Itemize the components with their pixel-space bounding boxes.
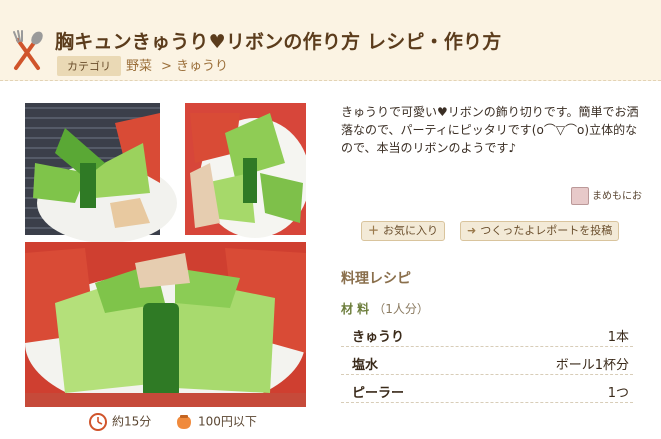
photo-panel-top-left xyxy=(25,103,177,243)
author[interactable]: まめもにお xyxy=(571,187,642,205)
page-title: 胸キュンきゅうり♥リボンの作り方 レシピ・作り方 xyxy=(55,31,502,53)
page-header: 胸キュンきゅうり♥リボンの作り方 レシピ・作り方 カテゴリ 野菜 > きゅうり xyxy=(0,0,661,81)
main-content: 約15分 100円以下 きゅうりで可愛い♥リボンの飾り切りです。簡単でお洒落なの… xyxy=(0,81,661,439)
ingredients-heading: 材 料（1人分） xyxy=(341,300,429,317)
ingredient-row: きゅうり 1本 xyxy=(341,320,633,347)
ingredient-row: ピーラー 1つ xyxy=(341,376,633,403)
recipe-page: 胸キュンきゅうり♥リボンの作り方 レシピ・作り方 カテゴリ 野菜 > きゅうり xyxy=(0,0,661,439)
coin-purse-icon xyxy=(177,415,191,429)
plus-icon: ＋ xyxy=(368,224,379,237)
cost: 100円以下 xyxy=(174,412,257,432)
cook-time-text: 約15分 xyxy=(112,414,152,429)
ingredient-qty: 1本 xyxy=(607,330,629,345)
ingredient-row: 塩水 ボール1杯分 xyxy=(341,348,633,375)
photo-panel-top-right xyxy=(185,103,306,238)
arrow-right-icon: ➜ xyxy=(467,224,477,237)
clock-icon xyxy=(89,413,107,431)
post-report-label: つくったよレポートを投稿 xyxy=(480,224,613,237)
fork-spoon-icon xyxy=(13,30,43,70)
recipe-photo xyxy=(25,103,306,407)
section-title: 料理レシピ xyxy=(341,271,411,287)
category-badge: カテゴリ xyxy=(57,56,121,76)
cook-time: 約15分 xyxy=(88,412,151,432)
ingredients-label: 材 料 xyxy=(341,302,370,316)
recipe-description: きゅうりで可愛い♥リボンの飾り切りです。簡単でお洒落なので、パーティにピッタリで… xyxy=(341,105,639,155)
ingredient-name: 塩水 xyxy=(352,358,379,373)
add-favorite-button[interactable]: ＋ お気に入り xyxy=(361,221,445,241)
avatar[interactable] xyxy=(571,187,589,205)
breadcrumb-cucumber[interactable]: > きゅうり xyxy=(161,55,228,74)
ingredient-name: ピーラー xyxy=(352,386,405,401)
servings: （1人分） xyxy=(373,302,429,316)
post-report-button[interactable]: ➜ つくったよレポートを投稿 xyxy=(460,221,620,241)
add-favorite-label: お気に入り xyxy=(383,224,438,237)
ingredient-name: きゅうり xyxy=(352,330,405,345)
author-name[interactable]: まめもにお xyxy=(592,191,642,202)
ingredient-qty: 1つ xyxy=(607,386,629,401)
cost-text: 100円以下 xyxy=(198,414,257,429)
photo-panel-bottom xyxy=(25,242,306,407)
ingredient-qty: ボール1杯分 xyxy=(555,358,629,373)
breadcrumb-vegetables[interactable]: 野菜 xyxy=(126,55,152,74)
